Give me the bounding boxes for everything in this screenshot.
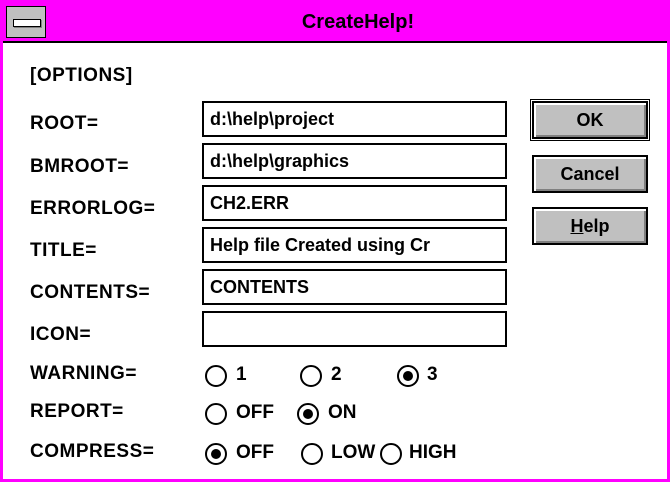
warning-radio-2[interactable] [300, 365, 322, 387]
options-section-label: [OPTIONS] [30, 65, 133, 86]
errorlog-label: ERRORLOG= [30, 198, 156, 219]
ok-button[interactable]: OK [530, 99, 650, 141]
contents-label: CONTENTS= [30, 282, 151, 303]
report-radio-on-label: ON [328, 402, 357, 423]
icon-label: ICON= [30, 324, 92, 345]
bmroot-label: BMROOT= [30, 156, 130, 177]
report-radio-off[interactable] [205, 403, 227, 425]
warning-label: WARNING= [30, 363, 137, 384]
help-button-label: elp [583, 216, 610, 236]
warning-radio-3[interactable] [397, 365, 419, 387]
compress-radio-high[interactable] [380, 443, 402, 465]
compress-label: COMPRESS= [30, 441, 155, 462]
title-label: TITLE= [30, 240, 97, 261]
compress-radio-low-label: LOW [331, 442, 376, 463]
help-button-mnemonic: H [570, 216, 584, 236]
compress-radio-high-label: HIGH [409, 442, 457, 463]
report-label: REPORT= [30, 401, 124, 422]
system-menu-icon [13, 19, 41, 27]
contents-input[interactable]: CONTENTS [202, 269, 507, 305]
title-bar[interactable]: CreateHelp! [3, 3, 667, 43]
compress-radio-off-label: OFF [236, 442, 274, 463]
warning-radio-3-label: 3 [427, 364, 438, 385]
report-radio-on[interactable] [297, 403, 319, 425]
radio-selected-dot [403, 371, 413, 381]
icon-input[interactable] [202, 311, 507, 347]
report-radio-off-label: OFF [236, 402, 274, 423]
cancel-button[interactable]: Cancel [532, 155, 648, 193]
radio-selected-dot [303, 409, 313, 419]
root-label: ROOT= [30, 113, 99, 134]
system-menu-button[interactable] [6, 6, 46, 38]
bmroot-input[interactable]: d:\help\graphics [202, 143, 507, 179]
compress-radio-low[interactable] [301, 443, 323, 465]
help-button[interactable]: Help [532, 207, 648, 245]
compress-radio-off[interactable] [205, 443, 227, 465]
warning-radio-2-label: 2 [331, 364, 342, 385]
window-title: CreateHelp! [301, 11, 415, 33]
root-input[interactable]: d:\help\project [202, 101, 507, 137]
radio-selected-dot [211, 449, 221, 459]
warning-radio-1[interactable] [205, 365, 227, 387]
errorlog-input[interactable]: CH2.ERR [202, 185, 507, 221]
createhelp-dialog: CreateHelp! [OPTIONS] ROOT= d:\help\proj… [0, 0, 670, 482]
warning-radio-1-label: 1 [236, 364, 247, 385]
title-input[interactable]: Help file Created using Cr [202, 227, 507, 263]
